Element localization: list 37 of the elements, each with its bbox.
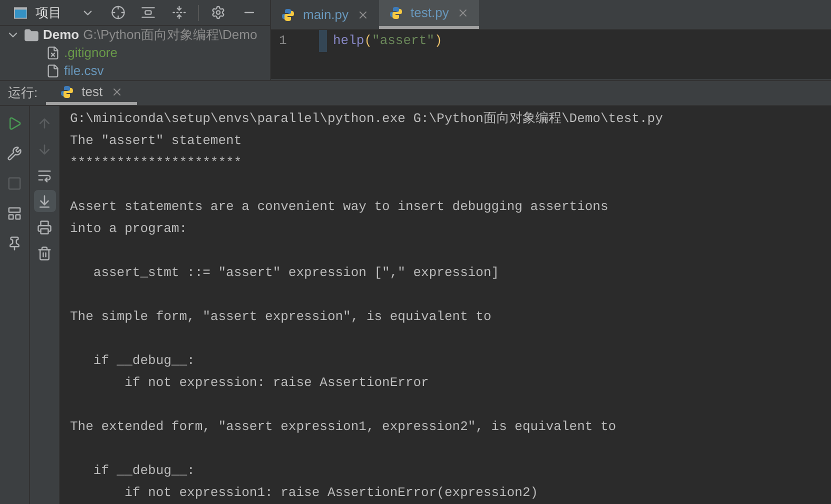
tree-item[interactable]: .gitignore <box>64 43 118 63</box>
console-line: if not expression: raise AssertionError <box>124 374 429 392</box>
collapse-all-icon[interactable] <box>172 5 186 20</box>
folder-path: G:\Python面向对象编程\Demo <box>83 26 258 44</box>
settings-icon[interactable] <box>211 5 226 20</box>
tree-item[interactable]: Demo <box>43 26 80 45</box>
console-line: The extended form, "assert expression1, expression2", is equivalent to <box>70 418 616 436</box>
console-line: into a program: <box>70 220 188 238</box>
locate-icon[interactable] <box>110 5 126 20</box>
folder-icon <box>24 28 39 42</box>
panel-icon <box>14 6 28 18</box>
expand-all-icon[interactable] <box>141 5 156 20</box>
panel-title[interactable]: 项目 <box>35 2 62 22</box>
console-line: G:\miniconda\setup\envs\parallel\python.exe G:\Python面向对象编程\Demo\test.py <box>70 110 663 128</box>
console-line: if __debug__: <box>92 352 195 370</box>
tree-item[interactable]: file.csv <box>64 61 104 80</box>
code-line: help("assert") <box>332 32 442 50</box>
console-line: The "assert" statement <box>70 132 242 150</box>
python-icon <box>60 84 74 98</box>
scroll-to-end-icon[interactable] <box>34 190 56 212</box>
console-line: ********************** <box>70 154 242 172</box>
close-icon[interactable] <box>110 86 123 98</box>
python-icon <box>281 8 295 22</box>
ignored-file-icon <box>46 46 60 60</box>
editor-tab[interactable]: test.py <box>378 0 479 29</box>
console-line: assert_stmt ::= "assert" expression ["," expression] <box>92 264 500 282</box>
run-tab[interactable]: test <box>46 81 137 105</box>
editor-tab[interactable]: main.py <box>271 0 379 29</box>
run-label: 运行: <box>7 84 39 102</box>
console-line: Assert statements are a convenient way to insert debugging assertions <box>70 198 608 216</box>
console-line: if __debug__: <box>92 462 195 480</box>
line-number: 1 <box>278 32 288 50</box>
python-icon <box>388 6 403 20</box>
file-icon <box>46 64 60 78</box>
console-line: if not expression1: raise AssertionError(expression2) <box>124 484 538 502</box>
close-icon[interactable] <box>356 8 369 20</box>
console-line: The simple form, "assert expression", is equivalent to <box>70 308 492 326</box>
